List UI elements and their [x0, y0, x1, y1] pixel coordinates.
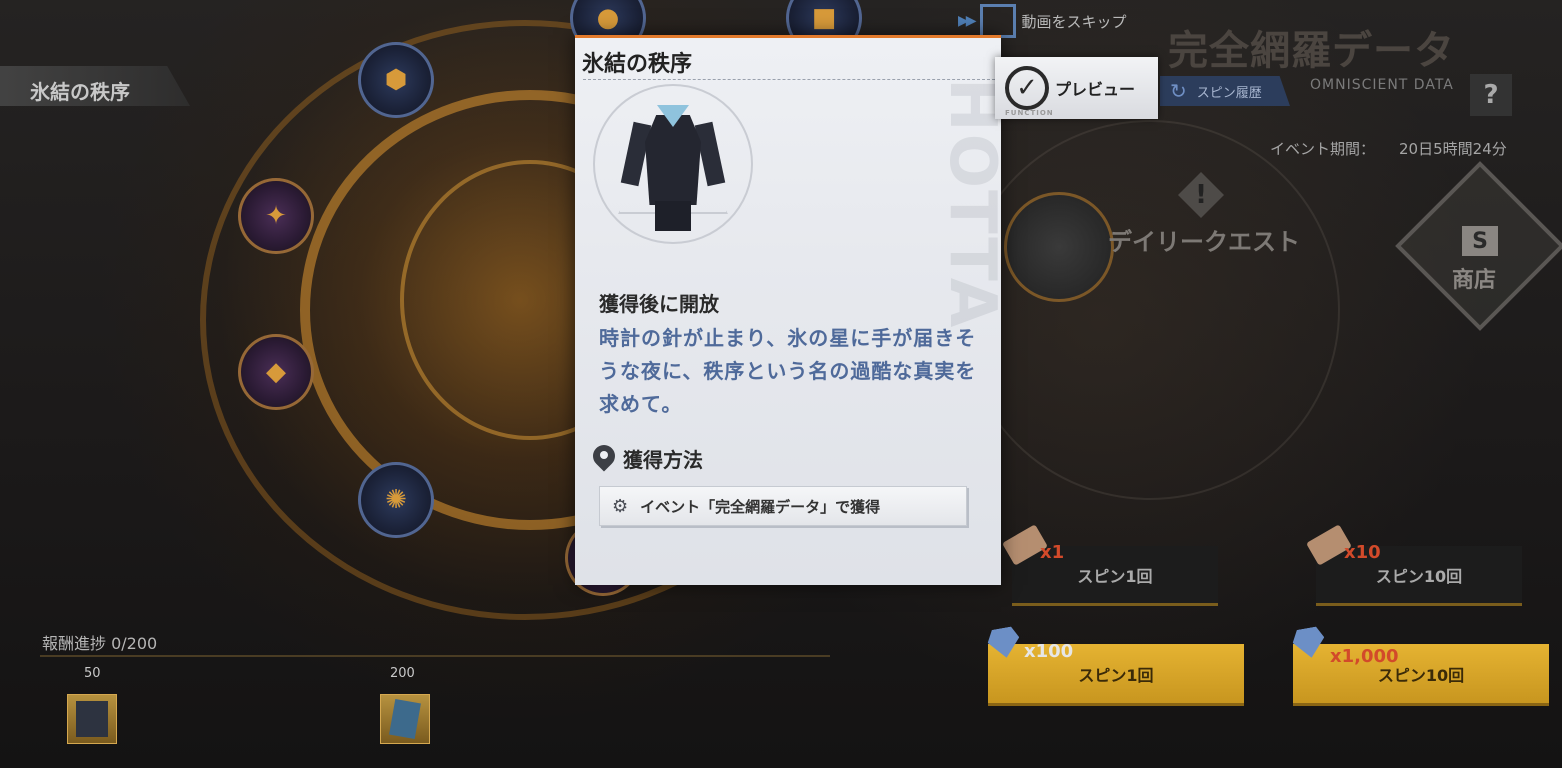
fish-icon: ◆: [266, 357, 286, 387]
help-button[interactable]: ?: [1470, 74, 1512, 116]
progress-label: 報酬進捗 0/200: [42, 634, 158, 653]
fast-forward-icon: ▶▶: [958, 13, 976, 29]
history-icon: ↻: [1170, 79, 1187, 103]
unlock-title: 獲得後に開放: [599, 292, 719, 316]
stage-title: 氷結の秩序: [0, 66, 190, 106]
character-portrait[interactable]: [1004, 192, 1114, 302]
event-period-label: イベント期間：: [1270, 140, 1376, 158]
event-title: 完全網羅データ: [1168, 28, 1455, 74]
acquire-section-title: 獲得方法: [593, 444, 703, 473]
ticket-x1-cost: x1: [1040, 542, 1065, 563]
reward-node-1[interactable]: ✦: [238, 178, 314, 254]
reward-node-top[interactable]: ⬢: [358, 42, 434, 118]
popup-divider: [583, 79, 995, 80]
shop-badge: S: [1462, 226, 1498, 256]
daily-quest-button[interactable]: デイリークエスト: [1108, 222, 1300, 257]
gear-emblem-icon: ✺: [385, 485, 407, 515]
progress-reward-outfit[interactable]: [67, 694, 117, 744]
acquire-method-label: イベント「完全網羅データ」で獲得: [640, 497, 881, 516]
check-icon: ✓: [1005, 66, 1049, 110]
gem-x100-cost: x100: [1024, 641, 1074, 662]
outfit-image: [620, 95, 726, 233]
reward-node-2[interactable]: ◆: [238, 334, 314, 410]
skip-checkbox[interactable]: [979, 4, 1016, 38]
reward-node-3[interactable]: ✺: [358, 462, 434, 538]
preview-label: プレビュー: [1055, 80, 1136, 99]
progress-value: 0/200: [111, 634, 158, 653]
gears-icon: ⚙: [612, 495, 629, 517]
preview-button[interactable]: ✓ プレビュー FUNCTION: [995, 57, 1158, 119]
preview-sublabel: FUNCTION: [1005, 109, 1054, 117]
spin-history-button[interactable]: ↻ スピン履歴: [1160, 76, 1290, 106]
gem-x1000-cost: x1,000: [1330, 646, 1399, 667]
box-icon: ■: [811, 3, 837, 33]
acquire-method-row[interactable]: ⚙ イベント「完全網羅データ」で獲得: [599, 486, 967, 526]
event-subtitle: OMNISCIENT DATA: [1310, 77, 1454, 93]
popup-title: 氷結の秩序: [582, 52, 693, 77]
ticket-x10-cost: x10: [1344, 542, 1381, 563]
progress-marker-50: 50: [84, 666, 101, 681]
skip-label: 動画をスキップ: [1021, 12, 1127, 31]
item-description: 時計の針が止まり、氷の星に手が届きそうな夜に、秩序という名の過酷な真実を求めて。: [599, 326, 977, 416]
shop-label: 商店: [1452, 268, 1497, 293]
progress-marker-200: 200: [390, 666, 415, 681]
orb-icon: ●: [596, 3, 620, 33]
creature-icon: ✦: [265, 201, 287, 231]
skip-video-toggle[interactable]: ▶▶ 動画をスキップ: [958, 4, 1127, 38]
item-emblem: [593, 84, 753, 244]
progress-track: [40, 655, 830, 657]
acquire-title-label: 獲得方法: [623, 448, 703, 472]
event-period: イベント期間： 20日5時間24分: [1270, 138, 1507, 159]
location-pin-icon: [593, 445, 615, 473]
item-detail-popup: 氷結の秩序 HOTTA 獲得後に開放 時計の針が止まり、氷の星に手が届きそうな夜…: [575, 35, 1009, 585]
right-ring: [960, 120, 1340, 500]
hexagon-gem-icon: ⬢: [384, 65, 408, 95]
progress-reward-card[interactable]: [380, 694, 430, 744]
event-period-value: 20日5時間24分: [1399, 140, 1507, 158]
spin-history-label: スピン履歴: [1196, 85, 1262, 101]
